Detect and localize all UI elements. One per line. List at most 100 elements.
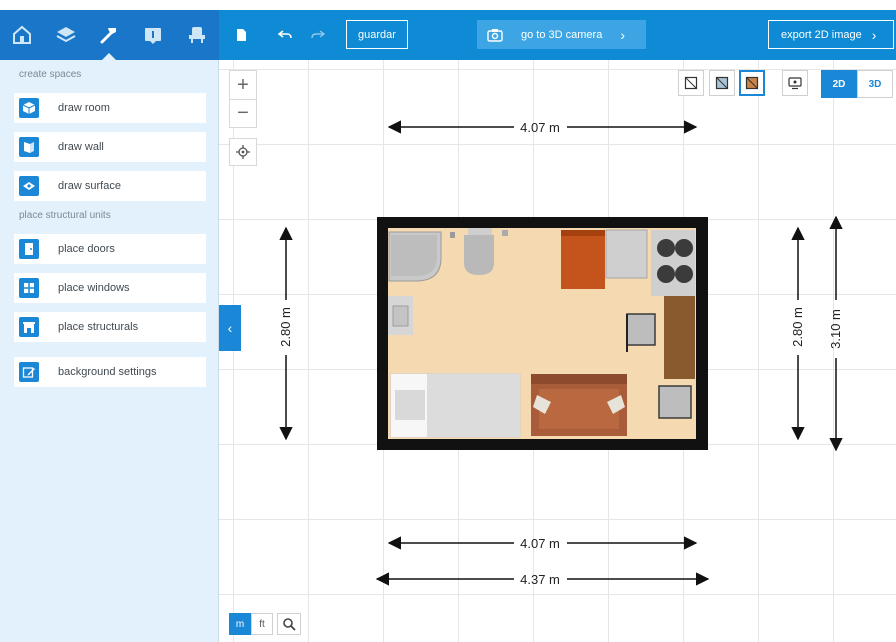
dimension-label-bottom-outer: 4.37 m	[520, 572, 560, 587]
dimension-label-right-inner: 2.80 m	[790, 307, 805, 347]
background-settings-button[interactable]: background settings	[14, 357, 206, 387]
place-structurals-label: place structurals	[58, 321, 139, 333]
outline-view-icon	[684, 76, 698, 90]
export-2d-image-button[interactable]: export 2D image ›	[768, 20, 894, 49]
mode-2d-button[interactable]: 2D	[821, 70, 857, 98]
burner-3	[657, 265, 675, 283]
unit-metric-button[interactable]: m	[229, 613, 251, 635]
layers-icon[interactable]	[44, 10, 88, 60]
go-to-3d-camera-button[interactable]: go to 3D camera ›	[477, 20, 646, 49]
undo-icon[interactable]	[276, 27, 294, 43]
room[interactable]	[377, 217, 708, 450]
place-windows-label: place windows	[58, 282, 130, 294]
draw-wall-button[interactable]: draw wall	[14, 132, 206, 162]
floorplan-canvas[interactable]: 4.07 m 2.80 m 2.80 m 3.10 m 4.07 m 4.37 …	[219, 60, 896, 642]
cooktop-counter[interactable]	[651, 230, 695, 296]
surface-icon	[19, 176, 39, 196]
unit-selector: m ft	[229, 613, 301, 635]
zoom-out-button[interactable]: −	[230, 99, 256, 127]
shower-valve	[450, 232, 455, 238]
toilet-bowl[interactable]	[464, 235, 494, 275]
dimension-bottom-inner: 4.07 m	[387, 536, 698, 551]
mode-3d-button[interactable]: 3D	[857, 70, 893, 98]
dimension-bottom-outer: 4.37 m	[375, 572, 710, 587]
cube-icon	[19, 98, 39, 118]
place-windows-button[interactable]: place windows	[14, 273, 206, 303]
magnifier-icon	[283, 618, 296, 631]
house-room-icon[interactable]	[0, 10, 44, 60]
burner-2	[675, 239, 693, 257]
shaded-view-icon	[715, 76, 729, 90]
bed-blanket	[427, 374, 520, 437]
textured-view-icon	[745, 76, 759, 90]
window-icon	[19, 278, 39, 298]
camera-icon	[487, 28, 503, 42]
save-button[interactable]: guardar	[346, 20, 408, 49]
draw-room-button[interactable]: draw room	[14, 93, 206, 123]
redo-icon[interactable]	[309, 27, 327, 43]
new-file-icon[interactable]	[233, 27, 249, 43]
wall-icon	[19, 137, 39, 157]
wardrobe[interactable]	[561, 230, 605, 289]
dimension-top-width: 4.07 m	[387, 120, 698, 135]
background-settings-label: background settings	[58, 366, 157, 378]
zoom-controls: + −	[229, 70, 257, 128]
draw-surface-label: draw surface	[58, 180, 121, 192]
dimension-label-top: 4.07 m	[520, 120, 560, 135]
draw-surface-button[interactable]: draw surface	[14, 171, 206, 201]
door-icon	[19, 239, 39, 259]
dimension-right-outer: 3.10 m	[828, 215, 843, 452]
center-view-button[interactable]	[229, 138, 257, 166]
place-doors-label: place doors	[58, 243, 115, 255]
sidebar-panel: create spaces draw room draw wall draw s…	[0, 60, 219, 642]
dining-table[interactable]	[664, 296, 695, 379]
floorplan-drawing: 4.07 m 2.80 m 2.80 m 3.10 m 4.07 m 4.37 …	[278, 120, 843, 587]
crosshair-icon	[236, 145, 250, 159]
dimension-label-right-outer: 3.10 m	[828, 309, 843, 349]
export-button-label: export 2D image	[781, 28, 862, 41]
place-doors-button[interactable]: place doors	[14, 234, 206, 264]
place-structurals-button[interactable]: place structurals	[14, 312, 206, 342]
chevron-left-icon: ‹	[227, 320, 233, 336]
section-label-structural: place structural units	[19, 210, 111, 221]
unit-imperial-button[interactable]: ft	[251, 613, 273, 635]
chair-icon[interactable]	[175, 10, 219, 60]
sidebar-tab-bar	[0, 10, 219, 60]
section-label-create: create spaces	[19, 69, 82, 80]
info-panel-icon[interactable]	[131, 10, 175, 60]
sofa-back	[531, 374, 627, 384]
collapse-sidebar-button[interactable]: ‹	[219, 305, 241, 351]
wardrobe-top-edge	[561, 230, 605, 236]
hammer-icon[interactable]	[88, 10, 132, 60]
view-shaded-button[interactable]	[709, 70, 735, 96]
edit-background-icon	[19, 362, 39, 382]
shower-basin	[391, 235, 437, 276]
bed-pillow	[395, 390, 425, 420]
toilet-tank[interactable]	[468, 228, 492, 236]
dimension-left-height: 2.80 m	[278, 226, 293, 441]
fireplace-icon	[19, 317, 39, 337]
fridge[interactable]	[605, 229, 648, 279]
chair-1[interactable]	[626, 313, 656, 346]
sofa-seat	[539, 389, 619, 429]
zoom-in-button[interactable]: +	[230, 71, 256, 99]
view-textured-button[interactable]	[739, 70, 765, 96]
dimension-right-inner: 2.80 m	[790, 226, 805, 441]
zoom-search-button[interactable]	[277, 613, 301, 635]
burner-4	[675, 265, 693, 283]
dimension-label-left: 2.80 m	[278, 307, 293, 347]
chevron-right-icon: ›	[620, 26, 625, 43]
camera-button-label: go to 3D camera	[521, 28, 603, 41]
sink-basin	[392, 305, 409, 327]
monitor-icon	[788, 77, 802, 90]
draw-wall-label: draw wall	[58, 141, 104, 153]
toilet-paper-holder	[502, 230, 508, 236]
chevron-right-icon: ›	[871, 26, 877, 43]
top-toolbar: guardar go to 3D camera › export 2D imag…	[219, 10, 896, 60]
view-lines-button[interactable]	[678, 70, 704, 96]
chair-2[interactable]	[658, 385, 692, 419]
burner-1	[657, 239, 675, 257]
dimension-label-bottom-inner: 4.07 m	[520, 536, 560, 551]
draw-room-label: draw room	[58, 102, 110, 114]
screen-settings-button[interactable]	[782, 70, 808, 96]
